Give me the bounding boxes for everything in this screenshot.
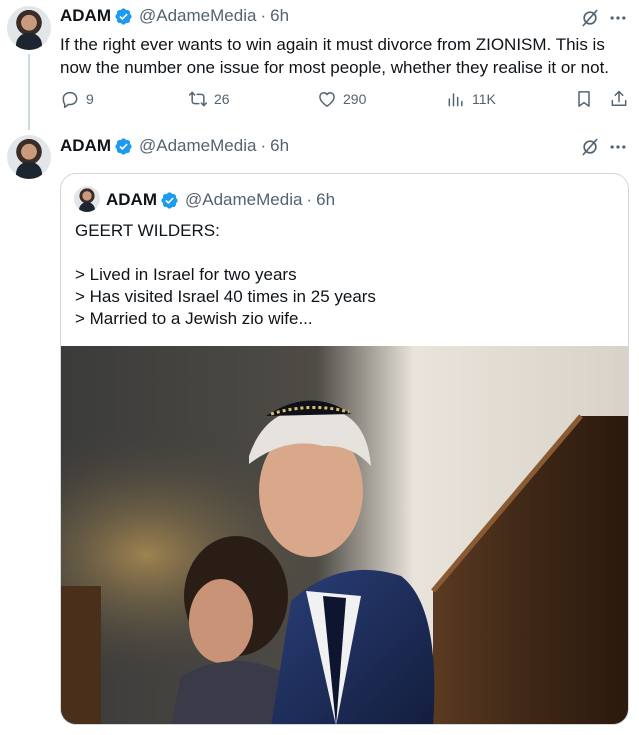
verified-badge-icon — [115, 137, 132, 155]
tweet-header: ADAM @AdameMedia · 6h — [60, 6, 289, 26]
views-icon — [448, 93, 463, 107]
tweet[interactable]: ADAM @AdameMedia · 6h If the right ever … — [0, 0, 639, 130]
reply-button[interactable]: 9 — [60, 89, 94, 109]
more-icon[interactable] — [608, 8, 628, 28]
avatar[interactable] — [7, 135, 51, 179]
author-handle[interactable]: @AdameMedia — [139, 136, 256, 156]
views-count: 11K — [472, 91, 496, 107]
quoted-text-line: > Lived in Israel for two years — [75, 265, 297, 284]
tweet[interactable]: ADAM @AdameMedia · 6h ADAM @AdameMedia ·… — [0, 128, 639, 735]
quoted-text-line — [75, 242, 376, 264]
bookmark-button[interactable] — [574, 89, 594, 109]
timestamp[interactable]: 6h — [270, 6, 289, 26]
quoted-text-line: > Married to a Jewish zio wife... — [75, 309, 313, 328]
quoted-timestamp[interactable]: 6h — [316, 190, 335, 210]
grok-icon[interactable] — [580, 8, 600, 28]
like-button[interactable]: 290 — [317, 89, 366, 109]
like-count: 290 — [343, 91, 367, 107]
author-name[interactable]: ADAM — [60, 136, 111, 156]
quoted-tweet-text: GEERT WILDERS: > Lived in Israel for two… — [75, 220, 376, 330]
tweet-text: If the right ever wants to win again it … — [60, 35, 610, 77]
repost-count: 26 — [214, 91, 230, 107]
verified-badge-icon — [115, 7, 132, 25]
repost-button[interactable]: 26 — [188, 89, 230, 109]
tweet-header: ADAM @AdameMedia · 6h — [60, 136, 289, 156]
author-name[interactable]: ADAM — [60, 6, 111, 26]
separator-dot: · — [260, 136, 267, 155]
thread-connector-line — [28, 54, 30, 130]
bookmark-icon — [578, 91, 590, 107]
tweet-actions: 9 26 290 11K — [58, 89, 633, 111]
separator-dot: · — [306, 190, 313, 209]
photo-left-pew — [61, 586, 101, 724]
photo-woman-face — [189, 579, 253, 663]
quoted-tweet-header: ADAM @AdameMedia · 6h — [106, 190, 335, 210]
quoted-avatar[interactable] — [74, 186, 100, 212]
repost-icon — [188, 91, 208, 107]
quoted-tweet[interactable]: ADAM @AdameMedia · 6h GEERT WILDERS: > L… — [60, 173, 629, 725]
share-icon — [611, 90, 627, 106]
timestamp[interactable]: 6h — [270, 136, 289, 156]
grok-icon[interactable] — [580, 137, 600, 157]
like-icon — [319, 92, 335, 107]
quoted-text-line: > Has visited Israel 40 times in 25 year… — [75, 287, 376, 306]
share-button[interactable] — [609, 89, 629, 109]
verified-badge-icon — [161, 191, 178, 209]
separator-dot: · — [260, 6, 267, 25]
avatar[interactable] — [7, 6, 51, 50]
reply-icon — [62, 91, 78, 109]
quoted-text-line: GEERT WILDERS: — [75, 221, 220, 240]
quoted-author-name[interactable]: ADAM — [106, 190, 157, 210]
views-button[interactable]: 11K — [446, 89, 496, 109]
quoted-author-handle[interactable]: @AdameMedia — [185, 190, 302, 210]
reply-count: 9 — [86, 91, 94, 107]
author-handle[interactable]: @AdameMedia — [139, 6, 256, 26]
more-icon[interactable] — [608, 137, 628, 157]
tweet-photo[interactable] — [61, 346, 628, 724]
